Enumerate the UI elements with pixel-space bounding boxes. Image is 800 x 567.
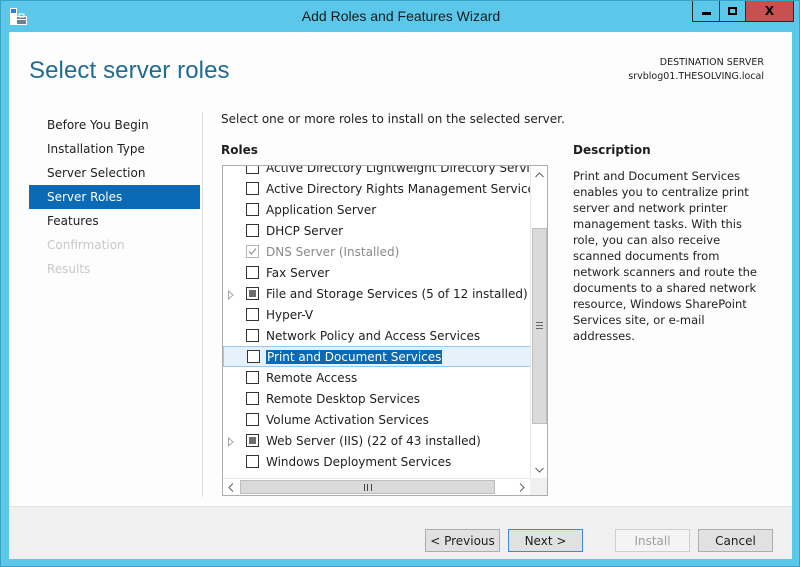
- role-label: Active Directory Rights Management Servi…: [266, 181, 542, 196]
- role-checkbox[interactable]: [246, 182, 259, 195]
- nav-item-features[interactable]: Features: [29, 209, 200, 233]
- role-label: Web Server (IIS) (22 of 43 installed): [266, 433, 481, 448]
- role-label: Volume Activation Services: [266, 412, 429, 427]
- nav-item-confirmation: Confirmation: [47, 238, 125, 252]
- nav-item-server-roles[interactable]: Server Roles: [29, 185, 200, 209]
- wizard-window: Add Roles and Features Wizard X Select s…: [0, 0, 800, 567]
- expand-arrow-icon[interactable]: [227, 289, 235, 300]
- role-label: Network Policy and Access Services: [266, 328, 481, 343]
- horizontal-scroll-thumb[interactable]: [240, 480, 495, 494]
- maximize-icon: [728, 7, 737, 15]
- install-button: Install: [615, 529, 690, 552]
- role-label: Application Server: [266, 202, 377, 217]
- role-row[interactable]: Application Server: [223, 199, 531, 220]
- role-checkbox[interactable]: [246, 266, 259, 279]
- role-checkbox[interactable]: [246, 413, 259, 426]
- roles-heading: Roles: [221, 143, 258, 157]
- chevron-up-icon: [534, 171, 544, 177]
- minimize-button[interactable]: [693, 1, 719, 21]
- scroll-down-button[interactable]: [531, 461, 547, 478]
- close-button[interactable]: X: [745, 1, 793, 21]
- wizard-body: Select server roles DESTINATION SERVER s…: [9, 32, 792, 559]
- role-row[interactable]: Active Directory Rights Management Servi…: [223, 178, 541, 199]
- role-label: DNS Server (Installed): [266, 244, 400, 259]
- role-checkbox[interactable]: [246, 203, 259, 216]
- role-checkbox[interactable]: [246, 308, 259, 321]
- role-row[interactable]: Fax Server: [223, 262, 531, 283]
- nav-item-server-selection[interactable]: Server Selection: [29, 161, 200, 185]
- role-checkbox[interactable]: [246, 434, 259, 447]
- destination-server-name: srvblog01.THESOLVING.local: [628, 71, 764, 82]
- role-row[interactable]: Remote Desktop Services: [223, 388, 531, 409]
- role-checkbox[interactable]: [246, 287, 259, 300]
- description-heading: Description: [573, 143, 651, 157]
- destination-label: DESTINATION SERVER: [659, 57, 764, 68]
- role-checkbox[interactable]: [246, 166, 259, 174]
- scrollbar-corner: [530, 478, 547, 495]
- roles-tree[interactable]: Active Directory Lightweight Directory S…: [222, 165, 548, 496]
- role-row[interactable]: Volume Activation Services: [223, 409, 531, 430]
- role-label: Windows Deployment Services: [266, 454, 452, 469]
- role-checkbox: [246, 245, 259, 258]
- role-row[interactable]: Network Policy and Access Services: [223, 325, 531, 346]
- grip-icon: [536, 322, 543, 329]
- role-row[interactable]: Print and Document Services: [223, 346, 531, 367]
- vertical-scroll-thumb[interactable]: [532, 228, 547, 424]
- role-row[interactable]: Active Directory Lightweight Directory S…: [223, 166, 547, 178]
- role-label: Active Directory Lightweight Directory S…: [266, 165, 548, 175]
- next-button[interactable]: Next >: [508, 529, 583, 552]
- scroll-right-button[interactable]: [514, 479, 530, 495]
- role-checkbox[interactable]: [246, 224, 259, 237]
- expand-arrow-icon[interactable]: [227, 436, 235, 447]
- destination-server: DESTINATION SERVER srvblog01.THESOLVING.…: [628, 56, 764, 84]
- chevron-right-icon: [519, 483, 525, 492]
- close-icon: X: [764, 4, 775, 18]
- role-label: Print and Document Services: [266, 349, 443, 364]
- previous-button[interactable]: < Previous: [425, 529, 500, 552]
- role-label: DHCP Server: [266, 223, 344, 238]
- wizard-nav: Before You Begin Installation Type Serve…: [29, 113, 200, 281]
- horizontal-scrollbar[interactable]: [223, 478, 530, 495]
- vertical-scrollbar[interactable]: [530, 166, 547, 478]
- role-row[interactable]: Remote Access: [223, 367, 531, 388]
- role-checkbox[interactable]: [247, 350, 260, 363]
- scroll-left-button[interactable]: [223, 479, 239, 495]
- role-checkbox[interactable]: [246, 371, 259, 384]
- role-row[interactable]: Web Server (IIS) (22 of 43 installed): [223, 430, 531, 451]
- window-controls: X: [692, 1, 794, 22]
- role-row[interactable]: DNS Server (Installed): [223, 241, 531, 262]
- role-label: Hyper-V: [266, 307, 314, 322]
- role-checkbox[interactable]: [246, 455, 259, 468]
- grip-icon: [363, 484, 372, 491]
- role-label: File and Storage Services (5 of 12 insta…: [266, 286, 528, 301]
- chevron-left-icon: [228, 483, 234, 492]
- role-checkbox[interactable]: [246, 392, 259, 405]
- nav-item-results: Results: [47, 262, 91, 276]
- role-row[interactable]: Hyper-V: [223, 304, 531, 325]
- nav-item-before-you-begin[interactable]: Before You Begin: [29, 113, 200, 137]
- role-checkbox[interactable]: [246, 329, 259, 342]
- roles-list: Active Directory Lightweight Directory S…: [223, 166, 547, 472]
- nav-divider: [202, 112, 203, 497]
- role-label: Remote Access: [266, 370, 358, 385]
- role-row[interactable]: DHCP Server: [223, 220, 531, 241]
- role-row[interactable]: Windows Deployment Services: [223, 451, 531, 472]
- page-title: Select server roles: [29, 57, 230, 84]
- role-label: Remote Desktop Services: [266, 391, 421, 406]
- footer: < Previous Next > Install Cancel: [9, 507, 792, 559]
- title-bar[interactable]: Add Roles and Features Wizard X: [1, 1, 800, 32]
- window-title: Add Roles and Features Wizard: [301, 8, 501, 24]
- scroll-up-button[interactable]: [531, 166, 547, 183]
- instruction-text: Select one or more roles to install on t…: [221, 112, 565, 126]
- minimize-icon: [701, 12, 711, 15]
- nav-item-installation-type[interactable]: Installation Type: [29, 137, 200, 161]
- chevron-down-icon: [534, 467, 544, 473]
- description-text: Print and Document Services enables you …: [573, 169, 757, 343]
- cancel-button[interactable]: Cancel: [698, 529, 773, 552]
- role-row[interactable]: File and Storage Services (5 of 12 insta…: [223, 283, 531, 304]
- maximize-button[interactable]: [719, 1, 745, 21]
- role-label: Fax Server: [266, 265, 330, 280]
